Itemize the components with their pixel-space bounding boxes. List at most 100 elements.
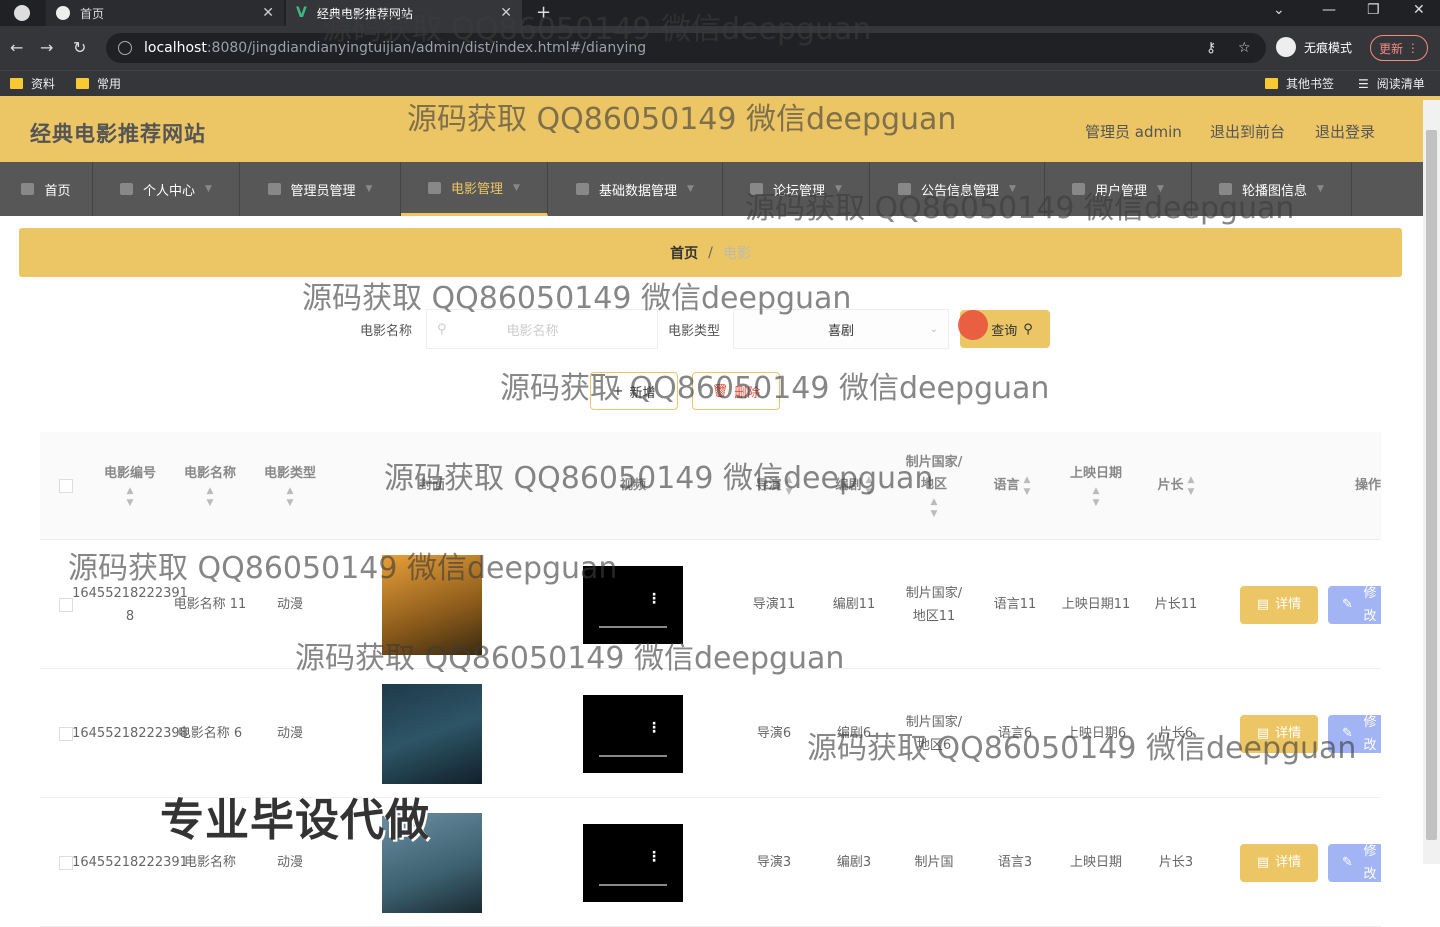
- bookmarks-bar: 资料 常用 其他书签 ☰ 阅读清单: [0, 70, 1440, 96]
- movie-type-select[interactable]: 喜剧 ⌄: [733, 309, 949, 349]
- chevron-down-icon: ▼: [687, 184, 694, 194]
- col-header[interactable]: 编剧 ▲ ▼: [816, 432, 892, 540]
- sort-icon[interactable]: ▲ ▼: [287, 485, 294, 509]
- maximize-button[interactable]: ❐: [1367, 2, 1380, 18]
- reading-list[interactable]: ☰ 阅读清单: [1358, 75, 1425, 92]
- browser-tab-active[interactable]: V 经典电影推荐网站 ✕: [286, 0, 522, 26]
- nav-item-users[interactable]: 用户管理 ▼: [1045, 162, 1192, 216]
- cell-length: 片长3: [1158, 855, 1194, 870]
- bookmark-folder[interactable]: 常用: [76, 75, 121, 92]
- minimize-button[interactable]: —: [1322, 2, 1336, 18]
- nav-item-forum[interactable]: 论坛管理 ▼: [723, 162, 870, 216]
- nav-label: 公告信息管理: [921, 183, 1000, 199]
- video-player[interactable]: ⋮: [583, 823, 683, 902]
- logout-link[interactable]: 退出登录: [1315, 121, 1375, 142]
- more-options-icon[interactable]: ⋮: [647, 717, 661, 740]
- more-options-icon[interactable]: ⋮: [647, 588, 661, 611]
- progress-bar[interactable]: [599, 754, 667, 757]
- sort-icon[interactable]: ▲ ▼: [207, 485, 214, 509]
- edit-button[interactable]: ✎ 修改: [1328, 714, 1381, 753]
- bookmark-label: 资料: [31, 77, 56, 91]
- col-header[interactable]: 片长 ▲ ▼: [1138, 432, 1214, 540]
- more-options-icon[interactable]: ⋮: [647, 846, 661, 869]
- edit-button[interactable]: ✎ 修改: [1328, 843, 1381, 882]
- sort-icon[interactable]: ▲ ▼: [1024, 474, 1031, 498]
- incognito-label: 无痕模式: [1304, 40, 1353, 55]
- forward-arrow-icon[interactable]: →: [40, 38, 53, 57]
- url-host: localhost: [144, 40, 207, 56]
- browser-tab-home[interactable]: 首页 ✕: [46, 0, 284, 26]
- page-scrollbar[interactable]: [1423, 100, 1440, 864]
- header-label: 操作: [1354, 478, 1381, 493]
- new-tab-button[interactable]: +: [536, 2, 551, 23]
- browser-tab-bar: 首页 ✕ V 经典电影推荐网站 ✕ + ⌄ — ❐ ✕: [0, 0, 1440, 26]
- sort-icon[interactable]: ▲ ▼: [1093, 485, 1100, 509]
- sort-icon[interactable]: ▲ ▼: [866, 474, 873, 498]
- close-icon[interactable]: ✕: [262, 5, 274, 21]
- cell-date: 上映日期11: [1061, 597, 1131, 612]
- site-info-icon[interactable]: [118, 41, 132, 55]
- edit-button[interactable]: ✎ 修改: [1328, 585, 1381, 624]
- detail-label: 详情: [1275, 726, 1302, 741]
- movie-name-input[interactable]: ⚲ 电影名称: [426, 309, 658, 349]
- detail-button[interactable]: ▤ 详情: [1240, 843, 1318, 882]
- incognito-icon: [1276, 37, 1296, 57]
- col-header[interactable]: 制片国家/地区 ▲ ▼: [902, 432, 966, 540]
- bookmark-folder[interactable]: 资料: [10, 75, 55, 92]
- detail-button[interactable]: ▤ 详情: [1240, 714, 1318, 753]
- breadcrumb-home[interactable]: 首页: [670, 243, 698, 263]
- nav-item-basic-data[interactable]: 基础数据管理 ▼: [548, 162, 723, 216]
- reload-icon[interactable]: ↻: [73, 38, 86, 57]
- close-icon[interactable]: ✕: [500, 5, 512, 21]
- cell-name: 电影名称 6: [177, 726, 243, 741]
- header-label: 片长: [1157, 478, 1184, 493]
- nav-item-profile[interactable]: 个人中心 ▼: [93, 162, 240, 216]
- sort-icon[interactable]: ▲ ▼: [931, 496, 938, 520]
- progress-bar[interactable]: [599, 625, 667, 628]
- add-button[interactable]: + 新增: [590, 372, 678, 410]
- checkbox[interactable]: [59, 479, 73, 493]
- col-header[interactable]: 电影编号 ▲ ▼: [92, 432, 168, 540]
- breadcrumb-separator: /: [708, 244, 713, 261]
- nav-item-notices[interactable]: 公告信息管理 ▼: [870, 162, 1045, 216]
- delete-button[interactable]: 🗑 删除: [692, 372, 780, 410]
- gear-icon: [267, 183, 281, 195]
- other-bookmarks[interactable]: 其他书签: [1265, 75, 1334, 92]
- sort-icon[interactable]: ▲ ▼: [786, 474, 793, 498]
- cell-length: 片长11: [1154, 597, 1198, 612]
- forum-icon: [750, 183, 764, 195]
- progress-bar[interactable]: [599, 883, 667, 886]
- back-arrow-icon[interactable]: ←: [10, 38, 23, 57]
- star-icon[interactable]: ☆: [1238, 40, 1251, 56]
- incognito-indicator[interactable]: 无痕模式: [1276, 37, 1352, 57]
- scrollbar-thumb[interactable]: [1426, 130, 1437, 840]
- cell-id: 16455218222398: [72, 726, 188, 741]
- key-icon[interactable]: ⚷: [1206, 40, 1216, 56]
- row-checkbox[interactable]: [59, 597, 73, 612]
- tab-search-icon[interactable]: ⌄: [1273, 2, 1285, 18]
- vue-logo-icon: V: [296, 5, 307, 21]
- row-checkbox[interactable]: [59, 855, 73, 870]
- update-button[interactable]: 更新 ⋮: [1370, 35, 1428, 61]
- back-to-front-link[interactable]: 退出到前台: [1210, 121, 1285, 142]
- video-player[interactable]: ⋮: [583, 694, 683, 773]
- col-header[interactable]: 电影类型 ▲ ▼: [252, 432, 328, 540]
- col-header[interactable]: 导演 ▲ ▼: [736, 432, 812, 540]
- col-header[interactable]: 语言 ▲ ▼: [977, 432, 1047, 540]
- nav-item-admins[interactable]: 管理员管理 ▼: [240, 162, 401, 216]
- url-input[interactable]: localhost:8080/jingdiandianyingtuijian/a…: [106, 33, 1266, 63]
- window-close-button[interactable]: ✕: [1413, 2, 1425, 18]
- nav-item-movies[interactable]: 电影管理 ▼: [401, 162, 548, 216]
- video-player[interactable]: ⋮: [583, 565, 683, 644]
- nav-label: 个人中心: [143, 183, 196, 199]
- col-header[interactable]: 电影名称 ▲ ▼: [172, 432, 248, 540]
- col-header[interactable]: 上映日期 ▲ ▼: [1058, 432, 1134, 540]
- sort-icon[interactable]: ▲ ▼: [1188, 474, 1195, 498]
- detail-button[interactable]: ▤ 详情: [1240, 585, 1318, 624]
- select-all-checkbox[interactable]: [54, 432, 78, 540]
- nav-label: 管理员管理: [290, 183, 356, 199]
- row-checkbox[interactable]: [59, 726, 73, 741]
- sort-icon[interactable]: ▲ ▼: [127, 485, 134, 509]
- nav-item-home[interactable]: 首页: [0, 162, 93, 216]
- nav-item-carousel[interactable]: 轮播图信息 ▼: [1192, 162, 1352, 216]
